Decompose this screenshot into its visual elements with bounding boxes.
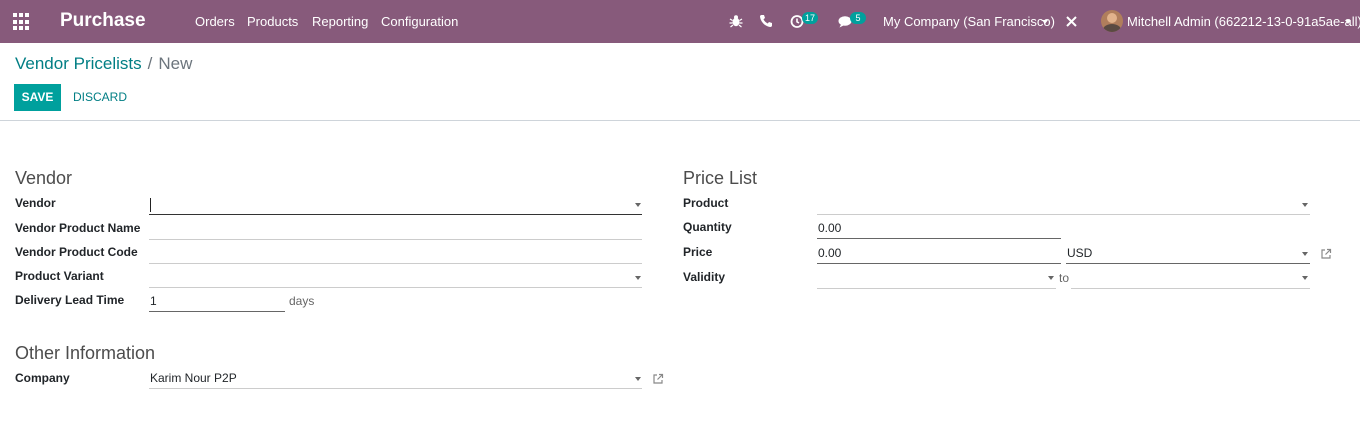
breadcrumb-vendor-pricelists[interactable]: Vendor Pricelists xyxy=(15,54,142,73)
product-variant-field[interactable] xyxy=(149,266,642,288)
vendor-label: Vendor xyxy=(15,196,56,210)
debug-bug-icon[interactable] xyxy=(728,13,744,29)
delivery-lead-time-unit: days xyxy=(289,294,315,308)
vendor-dropdown-chevron-icon[interactable] xyxy=(635,203,641,207)
discard-button[interactable]: DISCARD xyxy=(73,90,127,104)
app-name[interactable]: Purchase xyxy=(60,10,146,32)
vendor-product-code-field[interactable] xyxy=(149,242,642,264)
product-variant-label: Product Variant xyxy=(15,269,104,283)
apps-menu-icon[interactable] xyxy=(13,13,31,31)
breadcrumb-current: New xyxy=(158,54,193,73)
delivery-lead-time-field[interactable]: 1 xyxy=(149,290,285,312)
user-name[interactable]: Mitchell Admin (662212-13-0-91a5ae-all) xyxy=(1127,14,1360,29)
other-information-group-title: Other Information xyxy=(15,343,156,363)
breadcrumb-separator: / xyxy=(147,54,153,73)
quantity-field[interactable]: 0.00 xyxy=(817,217,1061,239)
price-field[interactable]: 0.00 xyxy=(817,242,1061,264)
company-dropdown-chevron-icon[interactable] xyxy=(635,377,641,381)
user-chevron-down-icon[interactable] xyxy=(1345,20,1351,24)
product-variant-dropdown-chevron-icon[interactable] xyxy=(635,276,641,280)
menu-orders[interactable]: Orders xyxy=(195,14,235,29)
product-label: Product xyxy=(683,196,729,210)
validity-from-chevron-icon[interactable] xyxy=(1048,276,1054,280)
text-cursor xyxy=(150,198,151,212)
save-button[interactable]: SAVE xyxy=(14,84,61,111)
message-count-badge: 5 xyxy=(850,12,866,24)
vendor-field[interactable] xyxy=(149,193,642,215)
validity-to-separator: to xyxy=(1059,271,1070,285)
validity-from-date-field[interactable] xyxy=(817,267,1056,289)
vendor-product-name-field[interactable] xyxy=(149,218,642,240)
validity-to-date-field[interactable] xyxy=(1071,267,1310,289)
validity-to-chevron-icon[interactable] xyxy=(1302,276,1308,280)
product-field[interactable] xyxy=(817,193,1310,215)
company-label: Company xyxy=(15,371,70,385)
currency-field[interactable]: USD xyxy=(1066,242,1310,264)
close-icon[interactable] xyxy=(1065,15,1078,28)
avatar[interactable] xyxy=(1101,10,1123,32)
top-navbar: Purchase Orders Products Reporting Confi… xyxy=(0,0,1360,43)
menu-reporting[interactable]: Reporting xyxy=(312,14,368,29)
company-field[interactable]: Karim Nour P2P xyxy=(149,367,642,389)
company-chevron-down-icon[interactable] xyxy=(1042,20,1048,24)
vendor-group-title: Vendor xyxy=(15,168,73,188)
breadcrumb: Vendor Pricelists / New xyxy=(15,54,192,74)
currency-external-link-icon[interactable] xyxy=(1320,248,1332,260)
quantity-label: Quantity xyxy=(683,220,732,234)
control-panel-divider xyxy=(0,120,1360,121)
validity-label: Validity xyxy=(683,270,726,284)
currency-dropdown-chevron-icon[interactable] xyxy=(1302,252,1308,256)
product-dropdown-chevron-icon[interactable] xyxy=(1302,203,1308,207)
price-label: Price xyxy=(683,245,713,259)
company-switcher[interactable]: My Company (San Francisco) xyxy=(883,14,1055,29)
menu-products[interactable]: Products xyxy=(247,14,298,29)
delivery-lead-time-label: Delivery Lead Time xyxy=(15,293,125,307)
price-list-group-title: Price List xyxy=(683,168,758,188)
vendor-product-code-label: Vendor Product Code xyxy=(15,245,138,259)
vendor-product-name-label: Vendor Product Name xyxy=(15,221,141,235)
activity-count-badge: 17 xyxy=(802,12,819,24)
company-external-link-icon[interactable] xyxy=(652,373,664,385)
menu-configuration[interactable]: Configuration xyxy=(381,14,458,29)
phone-icon[interactable] xyxy=(758,13,774,29)
